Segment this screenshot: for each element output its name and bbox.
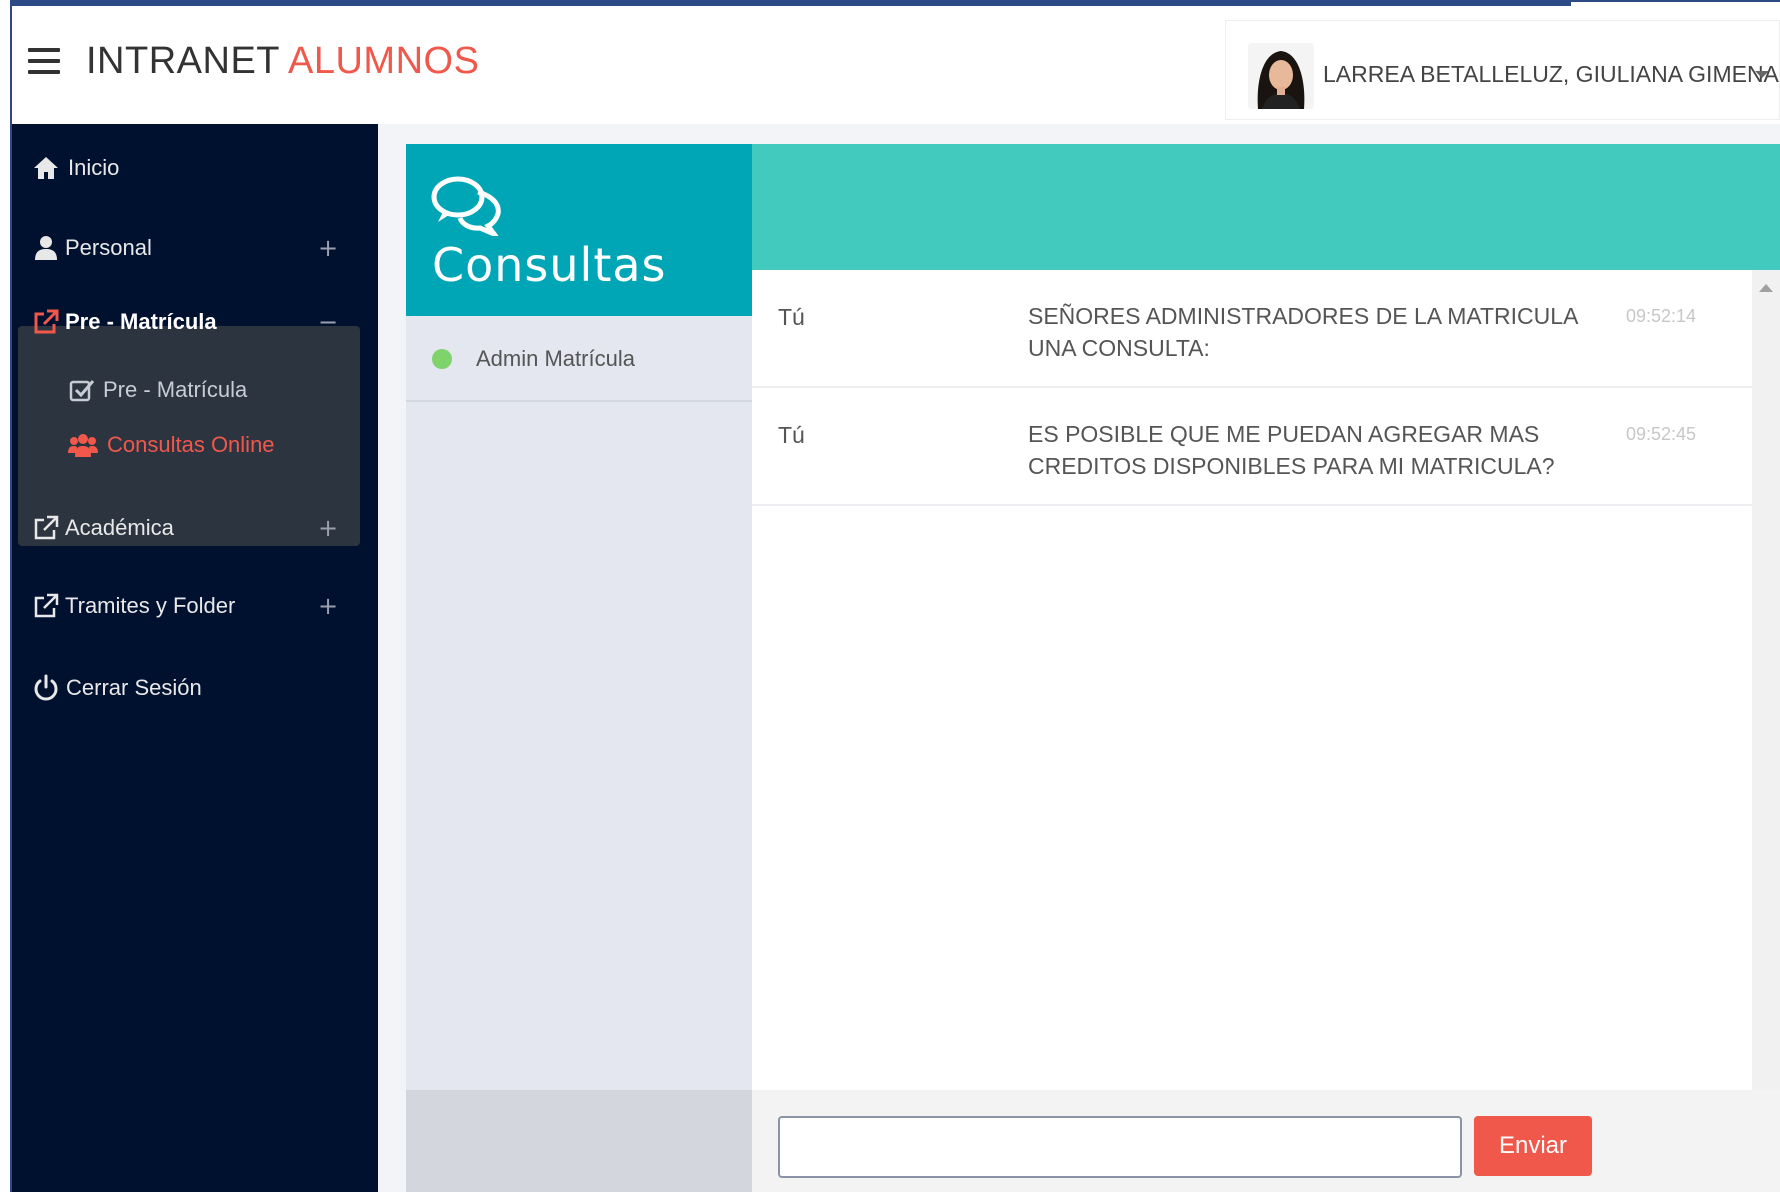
sidebar-subitem-pre-matricula[interactable]: Pre - Matrícula <box>12 360 378 420</box>
top-header: INTRANET ALUMNOS LARREA BETALLELUZ, GIULI… <box>12 6 1780 124</box>
expand-icon: + <box>318 592 339 620</box>
home-icon <box>32 154 60 182</box>
sidebar-item-inicio[interactable]: Inicio <box>12 138 378 198</box>
message-text: SEÑORES ADMINISTRADORES DE LA MATRICULA … <box>1028 303 1578 361</box>
chat-header <box>752 144 1780 270</box>
contacts-panel: Consultas Admin Matrícula <box>406 144 752 1192</box>
main-content: Consultas Admin Matrícula Tú SEÑORES ADM… <box>378 124 1780 1192</box>
sidebar-item-label: Personal <box>65 235 152 260</box>
message-time: 09:52:45 <box>1626 424 1697 444</box>
sidebar-item-label: Cerrar Sesión <box>66 675 202 700</box>
chat-bubbles-icon <box>430 174 506 240</box>
user-icon <box>32 234 60 262</box>
online-status-icon <box>432 349 452 369</box>
contacts-title: Consultas <box>432 238 667 292</box>
external-link-icon <box>32 514 60 542</box>
contacts-footer <box>406 1090 752 1192</box>
contacts-header: Consultas <box>406 144 752 316</box>
expand-icon: + <box>318 514 339 542</box>
sidebar-item-tramites-folder[interactable]: Tramites y Folder + <box>12 576 378 636</box>
hamburger-menu-icon[interactable] <box>28 48 60 74</box>
chevron-down-icon <box>1755 71 1769 78</box>
sidebar-item-personal[interactable]: Personal + <box>12 218 378 278</box>
message-input[interactable] <box>778 1116 1462 1178</box>
sidebar-item-label: Consultas Online <box>107 432 275 457</box>
users-icon <box>68 431 98 459</box>
window-edge <box>0 0 12 1192</box>
message-row: Tú SEÑORES ADMINISTRADORES DE LA MATRICU… <box>752 270 1752 388</box>
contact-name: Admin Matrícula <box>476 346 635 371</box>
contact-item-admin-matricula[interactable]: Admin Matrícula <box>406 316 752 402</box>
message-row: Tú ES POSIBLE QUE ME PUEDAN AGREGAR MAS … <box>752 388 1752 506</box>
sidebar-item-label: Pre - Matrícula <box>103 377 248 402</box>
message-list: Tú SEÑORES ADMINISTRADORES DE LA MATRICU… <box>752 270 1752 1090</box>
sidebar: Inicio Personal + Pre - Matrícula − Pre … <box>12 124 378 1192</box>
user-menu[interactable]: LARREA BETALLELUZ, GIULIANA GIMENA <box>1225 20 1780 120</box>
message-time: 09:52:14 <box>1626 306 1697 326</box>
message-scrollbar[interactable] <box>1752 270 1780 1090</box>
app-title-part1: INTRANET <box>86 40 280 82</box>
power-icon <box>32 674 60 702</box>
user-name: LARREA BETALLELUZ, GIULIANA GIMENA <box>1323 61 1779 87</box>
message-sender: Tú <box>778 422 805 448</box>
app-title: INTRANET ALUMNOS <box>86 40 479 83</box>
message-text: ES POSIBLE QUE ME PUEDAN AGREGAR MAS CRE… <box>1028 421 1555 479</box>
expand-icon: + <box>318 234 339 262</box>
sidebar-item-pre-matricula[interactable]: Pre - Matrícula − <box>12 292 378 352</box>
app-title-part2: ALUMNOS <box>288 40 480 82</box>
sidebar-item-label: Pre - Matrícula <box>65 309 217 334</box>
message-sender: Tú <box>778 304 805 330</box>
avatar <box>1248 43 1314 109</box>
sidebar-item-cerrar-sesion[interactable]: Cerrar Sesión <box>12 658 378 718</box>
checkbox-icon <box>68 376 96 404</box>
collapse-icon: − <box>318 308 339 336</box>
send-button[interactable]: Enviar <box>1474 1116 1592 1176</box>
sidebar-item-label: Inicio <box>68 155 120 180</box>
external-link-icon <box>32 592 60 620</box>
sidebar-item-label: Académica <box>65 515 174 540</box>
external-link-icon <box>32 308 60 336</box>
scroll-up-icon[interactable] <box>1759 284 1773 292</box>
sidebar-item-label: Tramites y Folder <box>65 593 236 618</box>
sidebar-subitem-consultas-online[interactable]: Consultas Online <box>12 415 378 475</box>
chat-composer: Enviar <box>752 1090 1780 1192</box>
chat-panel: Tú SEÑORES ADMINISTRADORES DE LA MATRICU… <box>752 144 1780 1192</box>
sidebar-item-academica[interactable]: Académica + <box>12 498 378 558</box>
